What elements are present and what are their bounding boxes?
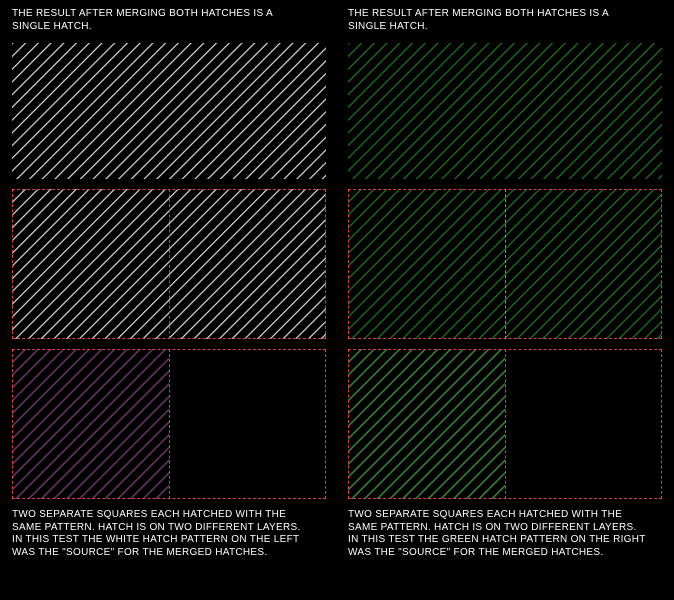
- divider-left-bottom: [169, 349, 170, 499]
- bottom-caption-right: TWO SEPARATE SQUARES EACH HATCHED WITH T…: [348, 509, 662, 559]
- bottom-caption-left: TWO SEPARATE SQUARES EACH HATCHED WITH T…: [12, 509, 326, 559]
- top-caption-right: THE RESULT AFTER MERGING BOTH HATCHES IS…: [348, 8, 662, 33]
- left-column: THE RESULT AFTER MERGING BOTH HATCHES IS…: [12, 8, 326, 594]
- panel-right-bottom: [348, 349, 662, 499]
- hatch-right-bottom-r: [348, 349, 505, 499]
- panel-left-middle: [12, 189, 326, 339]
- panel-right-middle: [348, 189, 662, 339]
- hatch-right-middle: [348, 189, 662, 339]
- hatch-right-top: [348, 43, 662, 179]
- panel-left-bottom: [12, 349, 326, 499]
- top-caption-left: THE RESULT AFTER MERGING BOTH HATCHES IS…: [12, 8, 326, 33]
- hatch-left-middle: [12, 189, 326, 339]
- hatch-left-bottom-r: [12, 349, 169, 499]
- hatch-left-top: [12, 43, 326, 179]
- divider-right-bottom: [505, 349, 506, 499]
- panel-left-top: [12, 43, 326, 179]
- right-column: THE RESULT AFTER MERGING BOTH HATCHES IS…: [348, 8, 662, 594]
- panel-right-top: [348, 43, 662, 179]
